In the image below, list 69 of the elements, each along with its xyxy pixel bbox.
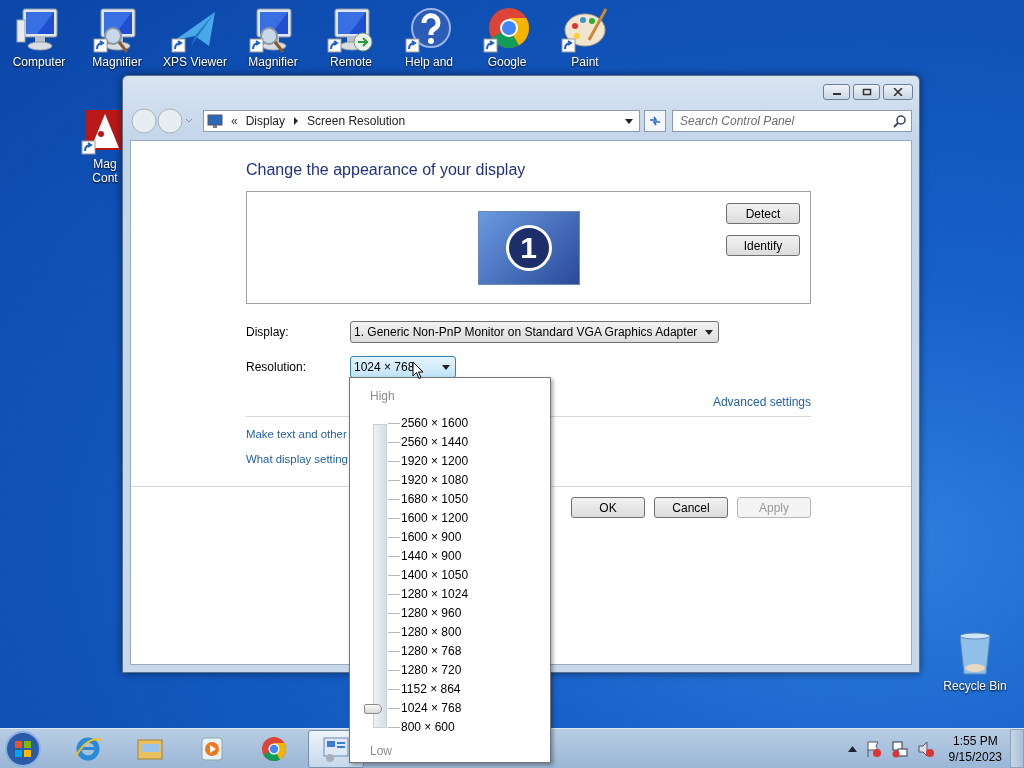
maximize-icon [861,88,872,96]
slider-thumb[interactable] [364,703,382,714]
display-dropdown[interactable]: 1. Generic Non-PnP Monitor on Standard VGA Graphics Adapter [350,321,720,343]
search-field[interactable]: Search Control Panel [672,110,912,132]
refresh-button[interactable] [644,110,666,132]
resolution-option[interactable]: 1280 × 1024 [401,585,469,604]
desktop-icon-label[interactable]: Magnifier [92,55,142,69]
desktop-icon-label[interactable]: Paint [571,55,599,69]
advanced-settings-link[interactable]: Advanced settings [712,395,811,409]
resolution-option[interactable]: 1440 × 900 [401,547,462,566]
desktop-icon-label[interactable]: Magnifier [248,55,298,69]
resolution-option[interactable]: 2560 × 1440 [401,433,469,452]
monitor-thumbnail[interactable]: 1 [477,210,580,285]
resolution-option[interactable]: 1600 × 1200 [401,509,469,528]
network-error-icon[interactable] [890,739,909,758]
flag-error-icon[interactable] [864,739,883,758]
slider-high-label: High [370,388,395,404]
desktop-icon-label[interactable]: XPS Viewer [163,55,227,69]
resolution-option[interactable]: 1280 × 720 [401,661,462,680]
close-icon [893,88,903,96]
resolution-option[interactable]: 1400 × 1050 [401,566,469,585]
desktop-icon-label[interactable]: Mag Cont [90,157,120,185]
desktop-icon-label[interactable]: Help and [404,55,453,69]
resolution-option[interactable]: 1920 × 1080 [401,471,469,490]
resolution-option[interactable]: 800 × 600 [401,718,455,737]
resolution-option[interactable]: 1152 × 864 [401,680,461,699]
clock-time: 1:55 PM [952,732,998,749]
desktop-icon-label[interactable]: Computer [12,55,66,69]
page-heading: Change the appearance of your display [246,160,526,180]
resolution-option[interactable]: 1920 × 1200 [401,452,469,471]
resolution-option[interactable]: 1280 × 768 [401,642,462,661]
taskbar-clock[interactable]: 1:55 PM 9/15/2023 [948,732,1002,765]
resolution-option[interactable]: 1680 × 1050 [401,490,469,509]
field-label: Resolution: [246,360,308,374]
dialog-button[interactable]: Cancel [654,497,728,518]
monitor-button[interactable]: Identify [726,235,800,256]
show-hidden-icons-icon[interactable] [847,745,857,752]
speaker-muted-icon[interactable] [916,739,935,758]
clock-date: 9/15/2023 [948,748,1002,765]
monitor-number: 1 [505,224,552,271]
field-label: Display: [246,325,290,339]
dialog-button[interactable]: OK [571,497,645,518]
resolution-option[interactable]: 1280 × 960 [401,604,462,623]
dropdown-arrow-icon [705,329,714,335]
address-bar[interactable]: « Display Screen Resolution [203,110,640,132]
help-link[interactable]: Make text and other [246,426,347,443]
refresh-icon [648,114,662,128]
resolution-option[interactable]: 1600 × 900 [401,528,462,547]
minimize-button[interactable] [823,84,850,100]
dropdown-arrow-icon[interactable] [625,118,633,124]
search-icon [893,115,906,128]
help-link[interactable]: What display setting [246,451,348,468]
close-button[interactable] [883,84,913,100]
dropdown-arrow-icon [442,364,451,370]
desktop-icon-label[interactable]: Google [487,55,527,69]
monitor-icon [207,114,223,128]
maximize-button[interactable] [853,84,880,100]
breadcrumb[interactable]: Screen Resolution [307,114,406,128]
resolution-option[interactable]: 1280 × 800 [401,623,462,642]
start-button-icon[interactable] [4,729,42,768]
monitor-button[interactable]: Detect [726,203,800,224]
desktop-icon-label[interactable]: Remote [330,55,372,69]
resolution-option[interactable]: 2560 × 1600 [401,414,469,433]
slider-low-label: Low [370,743,392,759]
breadcrumb-overflow[interactable]: « [231,114,238,128]
chevron-right-icon[interactable] [293,117,300,125]
resolution-option[interactable]: 1024 × 768 [401,699,462,718]
breadcrumb[interactable]: Display [245,114,286,128]
desktop-icon-label[interactable]: Recycle Bin [943,679,1007,693]
